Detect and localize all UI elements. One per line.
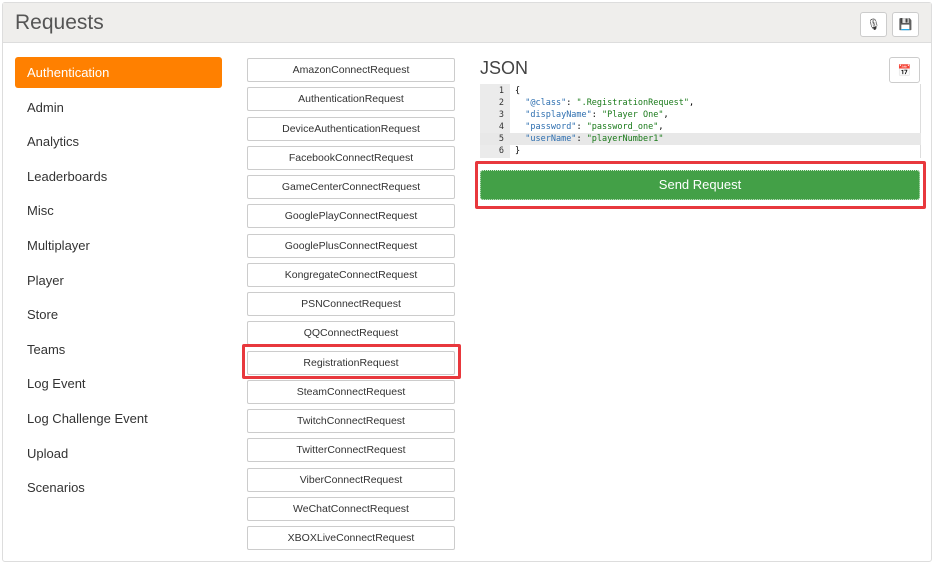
request-button[interactable]: KongregateConnectRequest <box>247 262 455 287</box>
code-line: 2 "@class": ".RegistrationRequest", <box>480 97 921 109</box>
sidebar-item-upload[interactable]: Upload <box>15 438 222 469</box>
brace: } <box>515 146 521 156</box>
calendar-icon: 📅 <box>897 64 912 77</box>
microphone-button[interactable]: 🎙 <box>860 12 887 37</box>
code-text: "@class": ".RegistrationRequest", <box>525 98 695 108</box>
code-text: "password": "password_one", <box>525 122 664 132</box>
json-value: "password_one" <box>586 122 659 132</box>
json-key: "@class" <box>525 98 567 108</box>
selected-request-highlight <box>242 344 461 379</box>
sidebar-item-teams[interactable]: Teams <box>15 334 222 365</box>
request-button[interactable]: SteamConnectRequest <box>247 379 455 404</box>
page-title: Requests <box>15 11 104 34</box>
code-text: "displayName": "Player One", <box>525 110 669 120</box>
json-value: "Player One" <box>602 110 664 120</box>
request-button[interactable]: AmazonConnectRequest <box>247 58 455 82</box>
request-button[interactable]: XBOXLiveConnectRequest <box>247 526 455 550</box>
line-number: 4 <box>498 122 504 132</box>
sidebar-item-player[interactable]: Player <box>15 265 222 296</box>
request-button[interactable]: GooglePlayConnectRequest <box>247 204 455 229</box>
request-button[interactable]: TwitchConnectRequest <box>247 409 455 433</box>
sidebar-item-leaderboards[interactable]: Leaderboards <box>15 161 222 192</box>
comma: , <box>689 98 695 108</box>
json-title: JSON <box>480 58 529 78</box>
line-number: 6 <box>498 146 504 156</box>
json-value: ".RegistrationRequest" <box>576 98 690 108</box>
code-text: } <box>515 145 520 157</box>
floppy-disk-icon: 💾 <box>898 19 913 31</box>
request-button[interactable]: DeviceAuthenticationRequest <box>247 116 455 141</box>
microphone-icon: 🎙 <box>866 19 881 31</box>
sidebar-item-admin[interactable]: Admin <box>15 92 222 123</box>
json-editor[interactable]: 1{2 "@class": ".RegistrationRequest", 3 "… <box>480 84 921 158</box>
request-button[interactable]: AuthenticationRequest <box>247 87 455 112</box>
code-line: 4 "password": "password_one", <box>480 121 921 133</box>
sidebar-item-log-challenge-event[interactable]: Log Challenge Event <box>15 403 222 434</box>
send-request-button[interactable]: Send Request <box>480 170 920 200</box>
sidebar-item-multiplayer[interactable]: Multiplayer <box>15 230 222 261</box>
request-button[interactable]: FacebookConnectRequest <box>247 145 455 170</box>
request-button[interactable]: QQConnectRequest <box>247 321 455 346</box>
sidebar-item-authentication[interactable]: Authentication <box>15 57 222 88</box>
json-key: "displayName" <box>525 110 592 120</box>
sidebar-item-misc[interactable]: Misc <box>15 195 222 226</box>
request-button[interactable]: WeChatConnectRequest <box>247 496 455 521</box>
save-button[interactable]: 💾 <box>892 12 919 37</box>
request-button[interactable]: GameCenterConnectRequest <box>247 175 455 199</box>
line-number: 3 <box>498 110 504 120</box>
panel-header: Requests 🎙 💾 <box>3 3 931 43</box>
brace: { <box>515 86 521 96</box>
sidebar-item-store[interactable]: Store <box>15 299 222 330</box>
json-key: "userName" <box>525 134 577 144</box>
line-number: 5 <box>498 134 504 144</box>
sidebar-item-analytics[interactable]: Analytics <box>15 126 222 157</box>
sidebar-item-scenarios[interactable]: Scenarios <box>15 472 222 503</box>
request-button[interactable]: PSNConnectRequest <box>247 292 455 316</box>
sidebar-item-log-event[interactable]: Log Event <box>15 368 222 399</box>
request-button[interactable]: ViberConnectRequest <box>247 467 455 492</box>
code-text: "userName": "playerNumber1" <box>525 134 664 144</box>
json-value: "playerNumber1" <box>586 134 664 144</box>
line-number: 1 <box>498 86 504 96</box>
code-text: { <box>515 85 520 97</box>
comma: , <box>658 122 664 132</box>
code-line: 1{ <box>480 85 921 97</box>
code-line: 3 "displayName": "Player One", <box>480 109 921 121</box>
request-button[interactable]: GooglePlusConnectRequest <box>247 233 455 258</box>
calendar-button[interactable]: 📅 <box>889 57 920 83</box>
request-button[interactable]: TwitterConnectRequest <box>247 438 455 463</box>
comma: , <box>663 110 669 120</box>
code-line: 5 "userName": "playerNumber1" <box>480 133 921 145</box>
json-key: "password" <box>525 122 577 132</box>
line-number: 2 <box>498 98 504 108</box>
code-line: 6} <box>480 145 921 157</box>
